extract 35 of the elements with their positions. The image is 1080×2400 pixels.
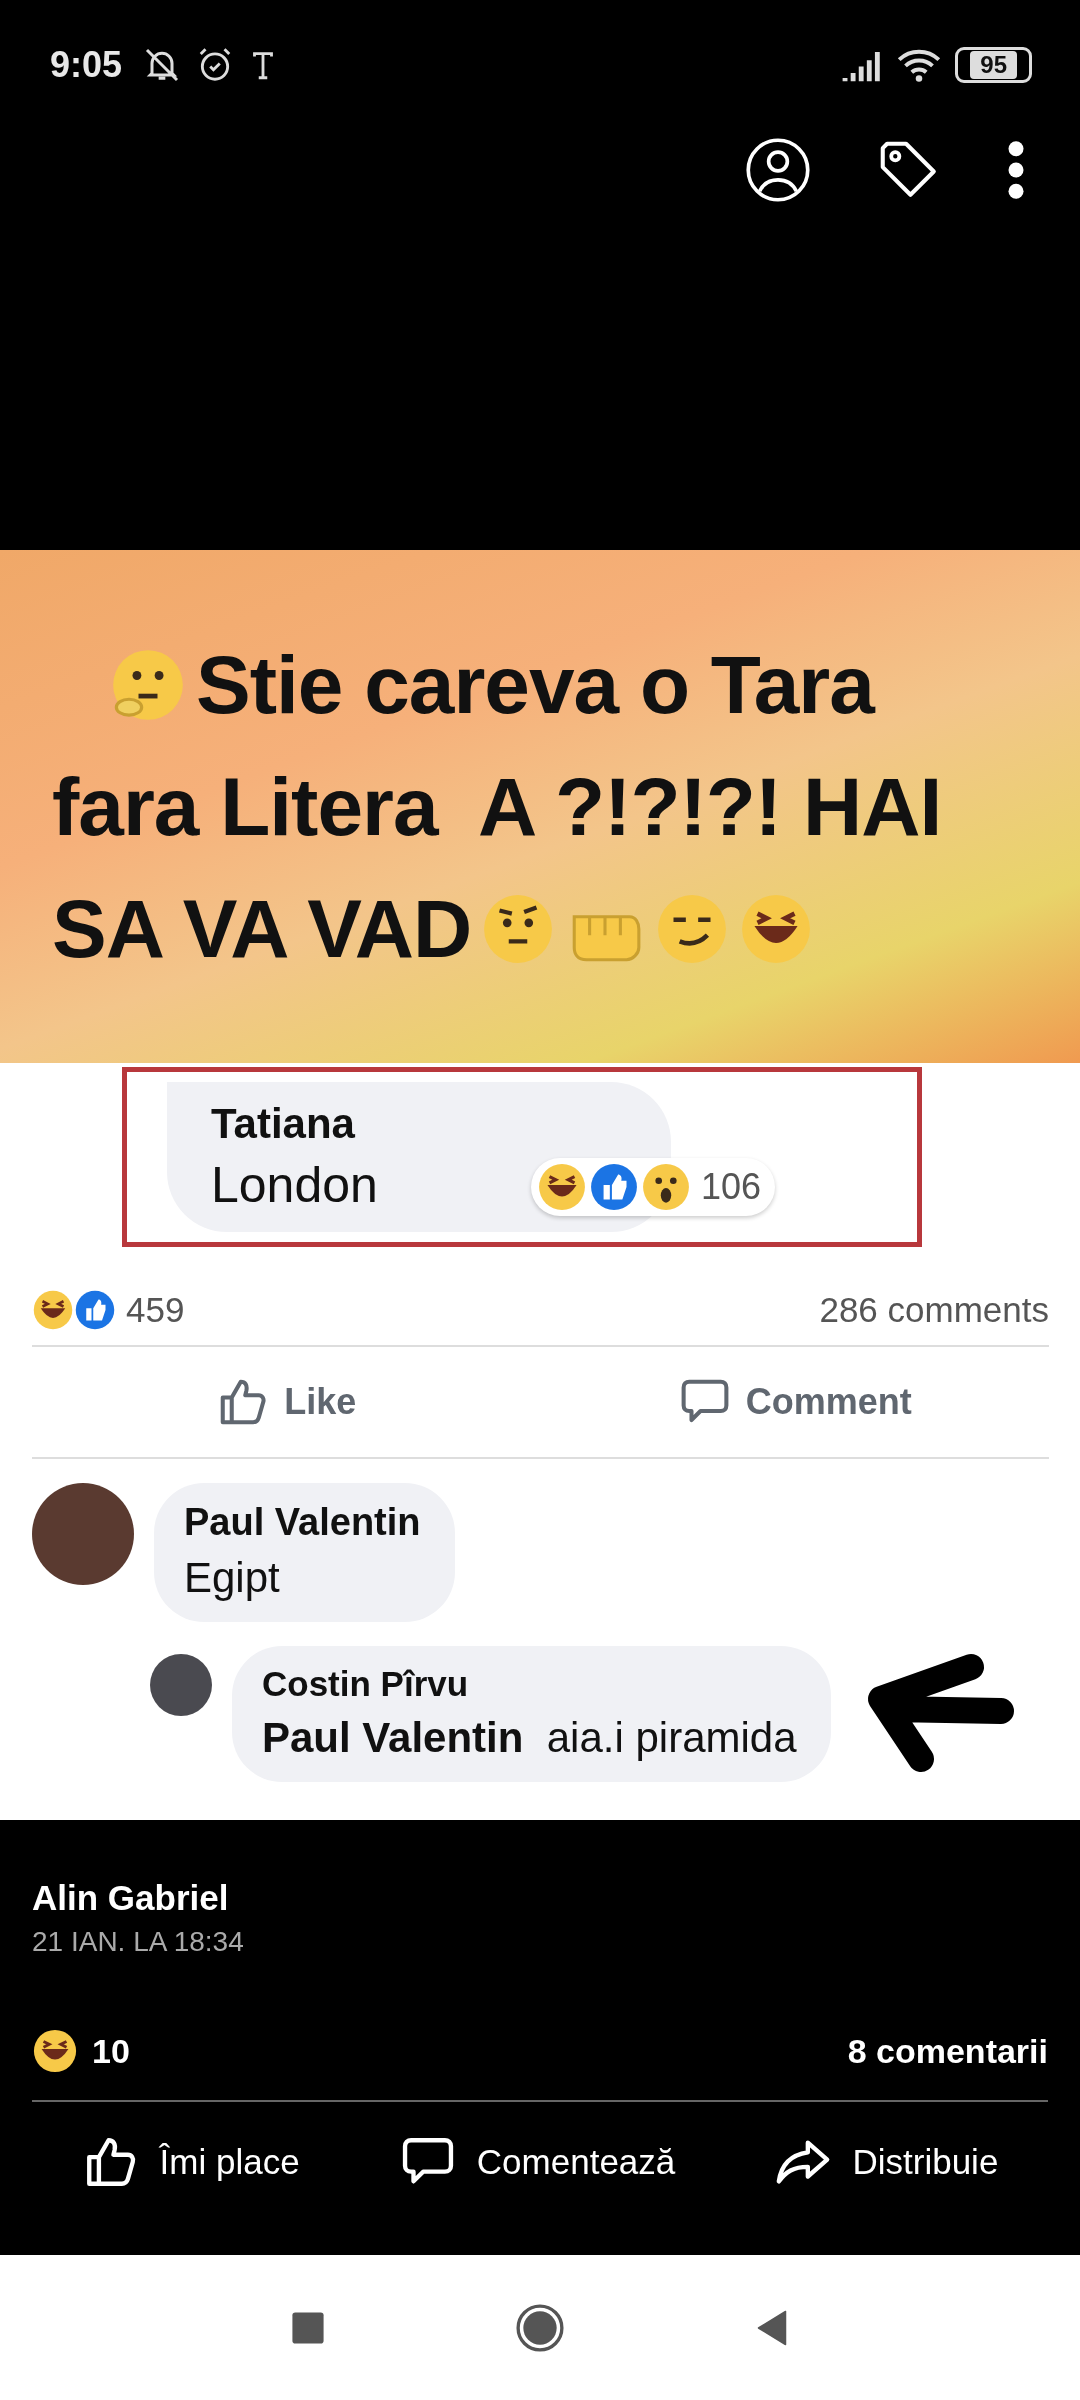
reaction-count: 459: [126, 1290, 185, 1330]
banner-text: SA VA VAD: [52, 881, 472, 976]
banner-text: fara Litera A ?!?!?! HAI: [52, 759, 942, 854]
post-author[interactable]: Alin Gabriel: [32, 1878, 1048, 1918]
laughing-emoji-icon: [32, 1289, 74, 1331]
profile-icon[interactable]: [744, 136, 812, 204]
comment-author: Tatiana: [211, 1100, 356, 1148]
comment-author: Costin Pîrvu: [262, 1664, 470, 1704]
post-timestamp: 21 IAN. LA 18:34: [32, 1926, 245, 1958]
comment-author: Paul Valentin: [184, 1501, 421, 1544]
banner-text: Stie careva o Tara: [196, 637, 874, 732]
comment-count[interactable]: 286 comments: [819, 1290, 1049, 1330]
comment-button[interactable]: Comentează: [398, 2133, 676, 2191]
like-button[interactable]: Îmi place: [81, 2133, 300, 2191]
laughing-emoji-icon: [32, 2028, 78, 2074]
battery-indicator: 95: [955, 47, 1032, 83]
surprised-emoji-icon: [641, 1162, 691, 1212]
reaction-pill: 106: [531, 1158, 776, 1216]
more-options-icon[interactable]: [1006, 139, 1026, 201]
comment-button[interactable]: Comment: [540, 1347, 1049, 1457]
reaction-count: 10: [92, 2031, 130, 2071]
comment-text: London: [211, 1156, 378, 1214]
like-reaction-icon: [589, 1162, 639, 1212]
home-icon[interactable]: [515, 2302, 565, 2353]
comment-count[interactable]: 8 comentarii: [847, 2031, 1048, 2071]
laughing-emoji-icon: [537, 1162, 587, 1212]
back-icon[interactable]: [755, 2309, 789, 2346]
share-button[interactable]: Distribuie: [774, 2133, 999, 2191]
comment-text: Paul Valentin aia.i piramida: [262, 1714, 797, 1762]
like-button[interactable]: Like: [32, 1347, 541, 1457]
like-reaction-icon: [74, 1289, 116, 1331]
recent-apps-icon[interactable]: [291, 2310, 325, 2345]
clock-time: 9:05: [50, 44, 123, 86]
wifi-icon: [897, 47, 942, 83]
comment-text: Egipt: [184, 1554, 281, 1602]
